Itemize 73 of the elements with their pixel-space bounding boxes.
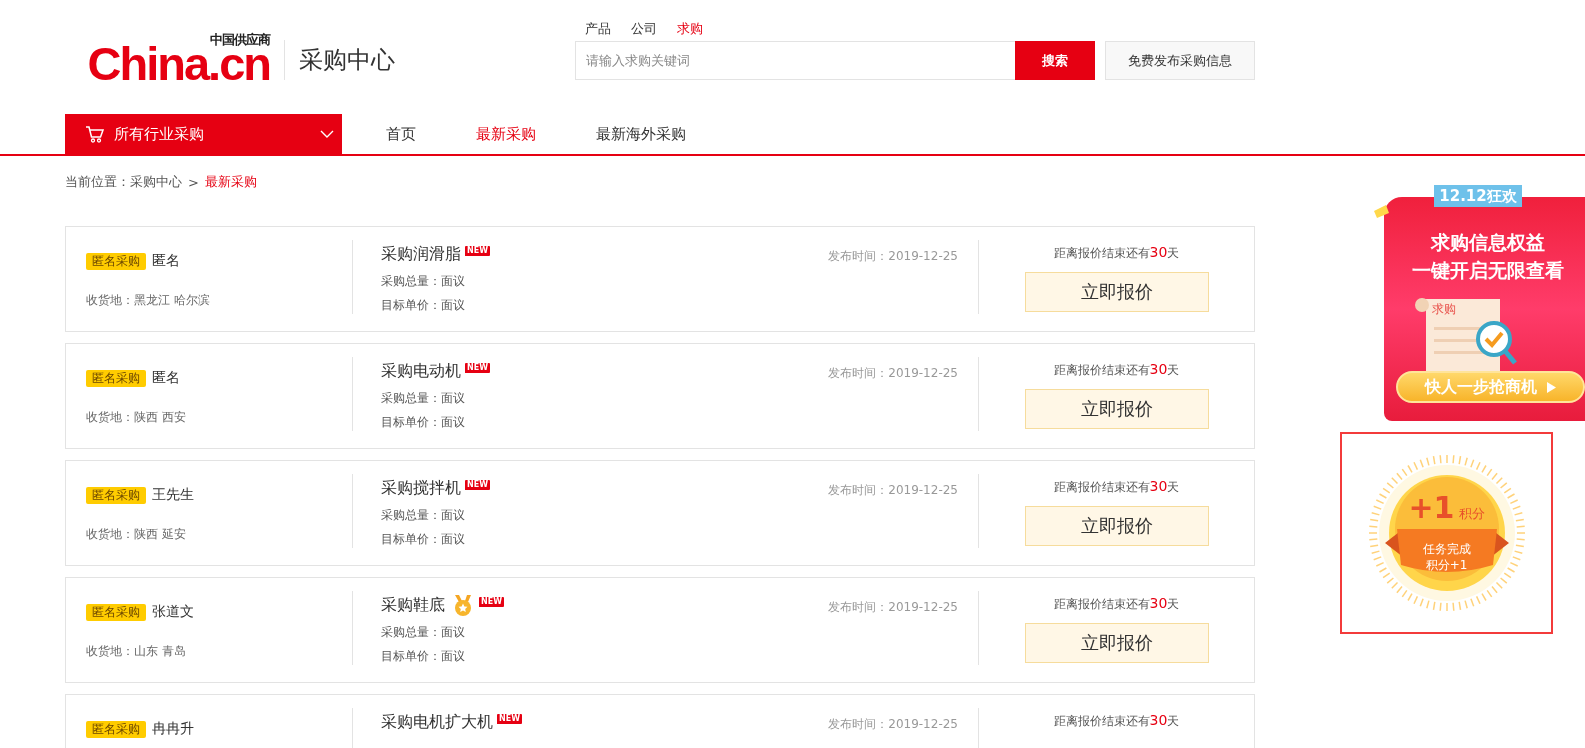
logo-tagline[interactable]: 中国供应商	[210, 33, 270, 47]
deadline-text: 距离报价结束还有30天	[1053, 711, 1180, 730]
nav-link[interactable]: 最新海外采购	[596, 114, 686, 154]
purchase-volume: 采购总量：面议	[381, 624, 466, 641]
publish-date: 发布时间：2019-12-25	[828, 248, 958, 265]
buyer-name: 匿名	[152, 369, 180, 387]
buyer-name: 王先生	[152, 486, 194, 504]
promo-headline: 一键开启无限查看	[1410, 258, 1565, 283]
anonymous-tag: 匿名采购	[86, 252, 146, 270]
confetti-icon	[1372, 205, 1389, 218]
cart-icon	[85, 125, 104, 143]
new-badge: NEW	[497, 714, 522, 724]
publish-date: 发布时间：2019-12-25	[828, 599, 958, 616]
new-badge: NEW	[465, 363, 490, 373]
deadline-text: 距离报价结束还有30天	[1053, 594, 1180, 613]
anonymous-tag: 匿名采购	[86, 720, 146, 738]
breadcrumb-label: 当前位置：	[65, 173, 130, 191]
deadline-text: 距离报价结束还有30天	[1053, 243, 1180, 262]
new-badge: NEW	[465, 480, 490, 490]
publish-button[interactable]: 免费发布采购信息	[1105, 41, 1255, 80]
listing-title[interactable]: 采购鞋底	[381, 594, 445, 616]
points-value: +1	[1408, 491, 1455, 525]
quote-button[interactable]: 立即报价	[1024, 506, 1209, 546]
quote-button[interactable]: 立即报价	[1024, 623, 1209, 663]
breadcrumb-separator: >	[188, 174, 199, 190]
buyer-name: 匿名	[152, 252, 180, 270]
quote-button[interactable]: 立即报价	[1024, 272, 1209, 312]
listing-title[interactable]: 采购搅拌机	[381, 477, 461, 499]
anonymous-tag: 匿名采购	[86, 369, 146, 387]
delivery-location: 收货地：陕西 西安	[86, 409, 187, 426]
search-field[interactable]: 请输入求购关键词	[575, 41, 1015, 80]
ribbon-text: 任务完成	[1421, 541, 1472, 557]
section-title: 采购中心	[284, 40, 395, 80]
target-price: 目标单价：面议	[381, 414, 466, 431]
points-unit: 积分	[1458, 505, 1485, 523]
target-price: 目标单价：面议	[381, 297, 466, 314]
target-price: 目标单价：面议	[381, 648, 466, 665]
listing-title[interactable]: 采购润滑脂	[381, 243, 461, 265]
anonymous-tag: 匿名采购	[86, 603, 146, 621]
purchase-volume: 采购总量：面议	[381, 273, 466, 290]
delivery-location: 收货地：陕西 延安	[86, 526, 187, 543]
deadline-text: 距离报价结束还有30天	[1053, 360, 1180, 379]
search-tab[interactable]: 公司	[631, 19, 657, 38]
promo-ribbon: 12.12狂欢	[1434, 185, 1522, 207]
play-icon	[1547, 381, 1556, 393]
deadline-text: 距离报价结束还有30天	[1053, 477, 1180, 496]
search-tab[interactable]: 产品	[585, 19, 611, 38]
ribbon-text: 积分+1	[1424, 557, 1469, 573]
listing-title[interactable]: 采购电动机	[381, 360, 461, 382]
listing-title[interactable]: 采购电机扩大机	[381, 711, 493, 733]
publish-date: 发布时间：2019-12-25	[828, 716, 958, 733]
buyer-name: 张道文	[152, 603, 194, 621]
delivery-location: 收货地：山东 青岛	[86, 643, 187, 660]
quote-button[interactable]: 立即报价	[1024, 389, 1209, 429]
anonymous-tag: 匿名采购	[86, 486, 146, 504]
publish-date: 发布时间：2019-12-25	[828, 365, 958, 382]
chevron-down-icon	[320, 130, 334, 138]
new-badge: NEW	[465, 246, 490, 256]
delivery-location: 收货地：黑龙江 哈尔滨	[86, 292, 211, 309]
target-price: 目标单价：面议	[381, 531, 466, 548]
search-tab[interactable]: 求购	[677, 19, 703, 38]
promo-headline: 求购信息权益	[1429, 230, 1546, 255]
nav-link[interactable]: 首页	[386, 114, 416, 154]
purchase-volume: 采购总量：面议	[381, 390, 466, 407]
nav-link[interactable]: 最新采购	[476, 114, 536, 154]
purchase-volume: 采购总量：面议	[381, 507, 466, 524]
breadcrumb-link[interactable]: 采购中心	[130, 173, 182, 191]
breadcrumb-link[interactable]: 最新采购	[204, 173, 257, 191]
new-badge: NEW	[479, 597, 504, 607]
category-menu[interactable]: 所有行业采购	[65, 114, 342, 154]
publish-date: 发布时间：2019-12-25	[828, 482, 958, 499]
search-button[interactable]: 搜索	[1015, 41, 1095, 80]
buyer-name: 冉冉升	[152, 720, 194, 738]
